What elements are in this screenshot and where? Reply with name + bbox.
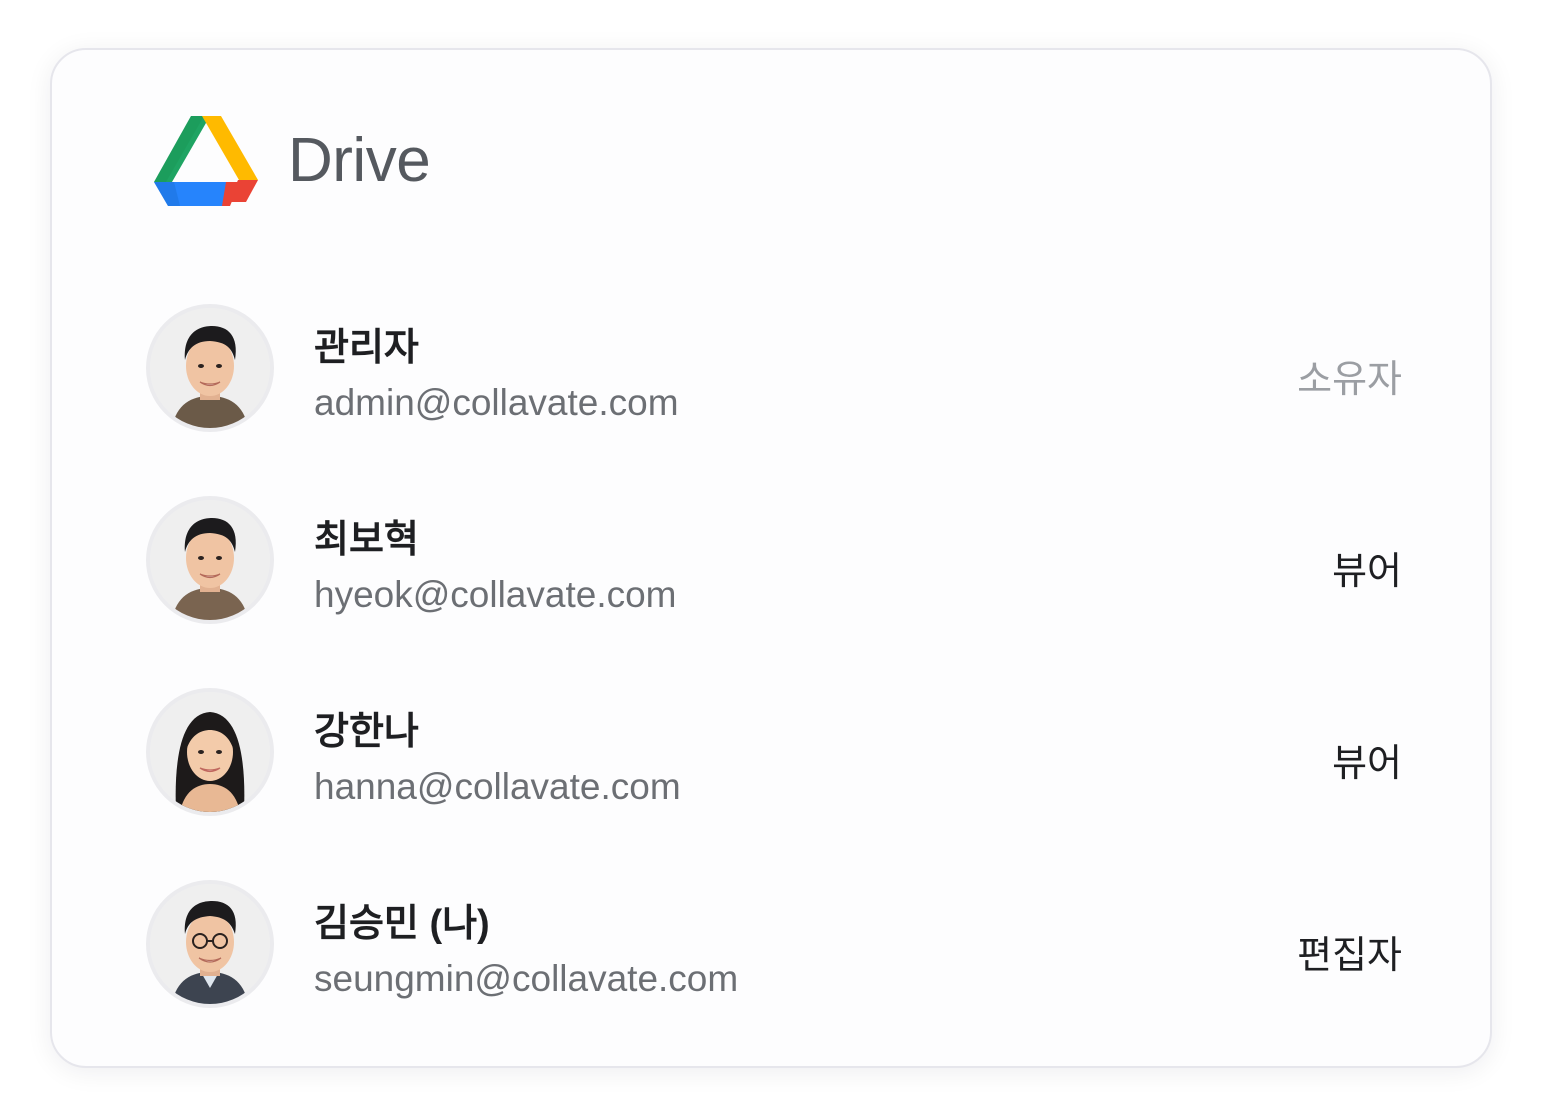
woman-photo-avatar-icon (150, 692, 270, 812)
avatar (146, 880, 274, 1008)
man-photo-avatar-icon (150, 308, 270, 428)
app-title: Drive (288, 125, 431, 195)
member-role[interactable]: 뷰어 (1332, 732, 1402, 787)
sharing-card: Drive 관리자 admin@collavate.com 소유자 최보혁 hy… (50, 48, 1492, 1068)
member-row[interactable]: 강한나 hanna@collavate.com 뷰어 (146, 688, 1402, 880)
member-name: 관리자 (314, 327, 419, 369)
member-row[interactable]: 김승민 (나) seungmin@collavate.com 편집자 (146, 880, 1402, 1072)
member-email: hyeok@collavate.com (314, 574, 677, 615)
member-row[interactable]: 최보혁 hyeok@collavate.com 뷰어 (146, 496, 1402, 688)
member-name: 김승민 (나) (314, 903, 490, 945)
man-with-glasses-photo-avatar-icon (150, 884, 270, 1004)
google-drive-logo-icon (154, 116, 258, 206)
member-role[interactable]: 뷰어 (1332, 540, 1402, 595)
avatar (146, 688, 274, 816)
member-row[interactable]: 관리자 admin@collavate.com 소유자 (146, 304, 1402, 496)
avatar (146, 496, 274, 624)
drive-header: Drive (152, 110, 431, 210)
member-role[interactable]: 편집자 (1297, 924, 1402, 979)
member-email: admin@collavate.com (314, 382, 679, 423)
man-photo-avatar-icon (150, 500, 270, 620)
member-name: 최보혁 (314, 519, 419, 561)
avatar (146, 304, 274, 432)
member-email: hanna@collavate.com (314, 766, 681, 807)
member-name: 강한나 (314, 711, 419, 753)
member-email: seungmin@collavate.com (314, 958, 739, 999)
member-list: 관리자 admin@collavate.com 소유자 최보혁 hyeok@co (146, 304, 1402, 1072)
member-role: 소유자 (1297, 359, 1402, 401)
